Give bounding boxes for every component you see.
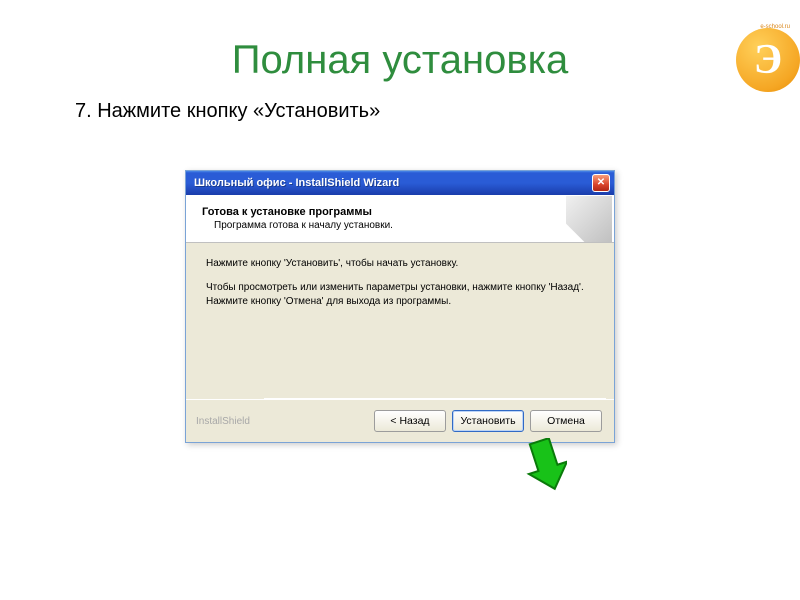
body-line-2: Чтобы просмотреть или изменить параметры… xyxy=(206,281,594,309)
body-line-1: Нажмите кнопку 'Установить', чтобы начат… xyxy=(206,257,594,271)
installshield-brand: InstallShield xyxy=(196,416,250,427)
header-title: Готова к установке программы xyxy=(202,206,602,218)
wizard-footer: InstallShield < Назад Установить Отмена xyxy=(186,399,614,442)
page-curl-icon xyxy=(566,196,612,242)
titlebar[interactable]: Школьный офис - InstallShield Wizard ✕ xyxy=(186,171,614,195)
header-subtitle: Программа готова к началу установки. xyxy=(214,220,602,231)
step-instruction: 7. Нажмите кнопку «Установить» xyxy=(75,100,380,123)
slide-title: Полная установка xyxy=(0,38,800,83)
wizard-body: Нажмите кнопку 'Установить', чтобы начат… xyxy=(186,243,614,398)
close-button[interactable]: ✕ xyxy=(592,174,610,192)
cancel-button[interactable]: Отмена xyxy=(530,410,602,432)
pointer-arrow-icon xyxy=(517,438,567,492)
back-button[interactable]: < Назад xyxy=(374,410,446,432)
window-title: Школьный офис - InstallShield Wizard xyxy=(194,177,592,189)
install-wizard-window: Школьный офис - InstallShield Wizard ✕ Г… xyxy=(185,170,615,443)
install-button[interactable]: Установить xyxy=(452,410,524,432)
wizard-header: Готова к установке программы Программа г… xyxy=(186,195,614,243)
